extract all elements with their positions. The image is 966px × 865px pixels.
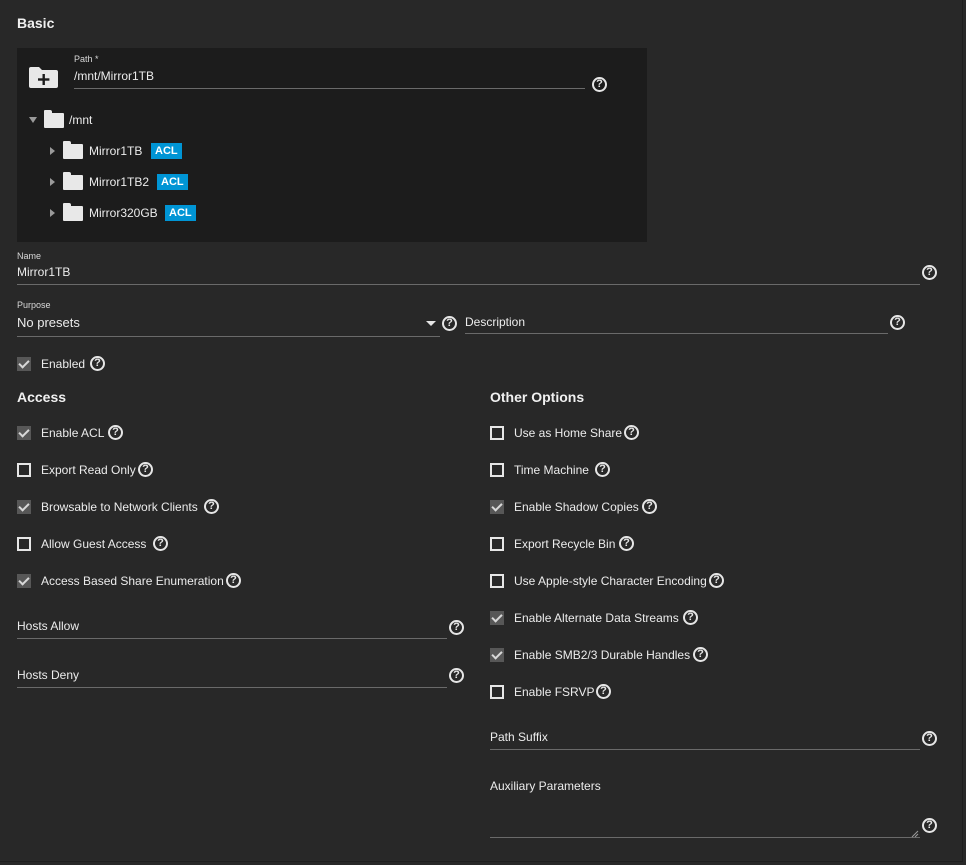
browsable-help-icon[interactable]: ? (204, 499, 219, 514)
home-share-checkbox[interactable] (490, 426, 504, 440)
name-label: Name (17, 251, 42, 261)
path-suffix-help-icon[interactable]: ? (922, 731, 937, 746)
apple-encoding-help-icon[interactable]: ? (709, 573, 724, 588)
acl-badge: ACL (165, 205, 196, 221)
shadow-copies-label: Enable Shadow Copies (514, 500, 639, 514)
aux-params-help-icon[interactable]: ? (922, 818, 937, 833)
path-input[interactable]: /mnt/Mirror1TB (74, 69, 154, 83)
guest-access-checkbox[interactable] (17, 537, 31, 551)
tree-item-label[interactable]: Mirror1TB2 (89, 175, 149, 189)
resize-handle-icon[interactable] (911, 827, 919, 838)
path-help-icon[interactable]: ? (592, 77, 607, 92)
name-underline (17, 284, 920, 285)
expand-arrow-icon[interactable] (50, 209, 55, 217)
aux-params-underline (490, 837, 920, 838)
time-machine-label: Time Machine (514, 463, 589, 477)
description-help-icon[interactable]: ? (890, 315, 905, 330)
tree-root-label[interactable]: /mnt (69, 113, 92, 127)
home-share-help-icon[interactable]: ? (624, 425, 639, 440)
browsable-checkbox[interactable] (17, 500, 31, 514)
recycle-bin-checkbox[interactable] (490, 537, 504, 551)
recycle-bin-help-icon[interactable]: ? (619, 536, 634, 551)
purpose-select[interactable]: No presets (17, 315, 80, 330)
expand-arrow-icon[interactable] (50, 147, 55, 155)
hosts-allow-help-icon[interactable]: ? (449, 620, 464, 635)
fsrvp-help-icon[interactable]: ? (596, 684, 611, 699)
section-title-access: Access (17, 389, 67, 405)
section-title-other-options: Other Options (490, 389, 585, 405)
name-input[interactable]: Mirror1TB (17, 265, 70, 279)
apple-encoding-checkbox[interactable] (490, 574, 504, 588)
purpose-label: Purpose (17, 300, 51, 310)
shadow-copies-checkbox[interactable] (490, 500, 504, 514)
folder-icon (63, 203, 83, 221)
folder-icon (63, 172, 83, 190)
acl-badge: ACL (151, 143, 182, 159)
apple-encoding-label: Use Apple-style Character Encoding (514, 574, 707, 588)
fsrvp-checkbox[interactable] (490, 685, 504, 699)
tree-item-label[interactable]: Mirror320GB (89, 206, 158, 220)
alternate-streams-help-icon[interactable]: ? (683, 610, 698, 625)
enabled-label: Enabled (41, 357, 86, 371)
export-read-only-checkbox[interactable] (17, 463, 31, 477)
abse-checkbox[interactable] (17, 574, 31, 588)
fsrvp-label: Enable FSRVP (514, 685, 595, 699)
recycle-bin-label: Export Recycle Bin (514, 537, 616, 551)
path-suffix-underline (490, 749, 920, 750)
hosts-allow-underline (17, 638, 447, 639)
enable-acl-help-icon[interactable]: ? (108, 425, 123, 440)
description-underline (465, 333, 888, 334)
export-read-only-label: Export Read Only (41, 463, 136, 477)
alternate-streams-label: Enable Alternate Data Streams (514, 611, 679, 625)
enabled-checkbox[interactable] (17, 357, 31, 371)
name-help-icon[interactable]: ? (922, 265, 937, 280)
durable-handles-help-icon[interactable]: ? (693, 647, 708, 662)
expand-arrow-icon[interactable] (50, 178, 55, 186)
enabled-help-icon[interactable]: ? (90, 356, 105, 371)
abse-label: Access Based Share Enumeration (41, 574, 224, 588)
path-explorer: Path * /mnt/Mirror1TB ? /mnt Mirror1TB A… (17, 48, 647, 242)
enable-acl-checkbox[interactable] (17, 426, 31, 440)
hosts-allow-input[interactable]: Hosts Allow (17, 619, 79, 633)
folder-icon (44, 110, 64, 128)
guest-access-label: Allow Guest Access (41, 537, 147, 551)
folder-icon (63, 141, 83, 159)
hosts-deny-underline (17, 687, 447, 688)
durable-handles-checkbox[interactable] (490, 648, 504, 662)
section-title-basic: Basic (17, 15, 55, 31)
hosts-deny-help-icon[interactable]: ? (449, 668, 464, 683)
guest-access-help-icon[interactable]: ? (153, 536, 168, 551)
tree-item-label[interactable]: Mirror1TB (89, 144, 142, 158)
alternate-streams-checkbox[interactable] (490, 611, 504, 625)
description-input[interactable]: Description (465, 315, 525, 329)
acl-badge: ACL (157, 174, 188, 190)
enable-acl-label: Enable ACL (41, 426, 105, 440)
home-share-label: Use as Home Share (514, 426, 623, 440)
dropdown-arrow-icon[interactable] (426, 321, 436, 326)
abse-help-icon[interactable]: ? (226, 573, 241, 588)
collapse-arrow-icon[interactable] (29, 117, 37, 123)
hosts-deny-input[interactable]: Hosts Deny (17, 668, 79, 682)
aux-params-textarea[interactable]: Auxiliary Parameters (490, 779, 601, 793)
folder-add-icon[interactable] (28, 65, 59, 89)
path-label: Path * (74, 54, 99, 64)
time-machine-checkbox[interactable] (490, 463, 504, 477)
path-underline (74, 88, 585, 89)
browsable-label: Browsable to Network Clients (41, 500, 198, 514)
time-machine-help-icon[interactable]: ? (595, 462, 610, 477)
path-suffix-input[interactable]: Path Suffix (490, 730, 548, 744)
purpose-underline (17, 336, 440, 337)
durable-handles-label: Enable SMB2/3 Durable Handles (514, 648, 691, 662)
shadow-copies-help-icon[interactable]: ? (642, 499, 657, 514)
purpose-help-icon[interactable]: ? (442, 316, 457, 331)
export-read-only-help-icon[interactable]: ? (138, 462, 153, 477)
